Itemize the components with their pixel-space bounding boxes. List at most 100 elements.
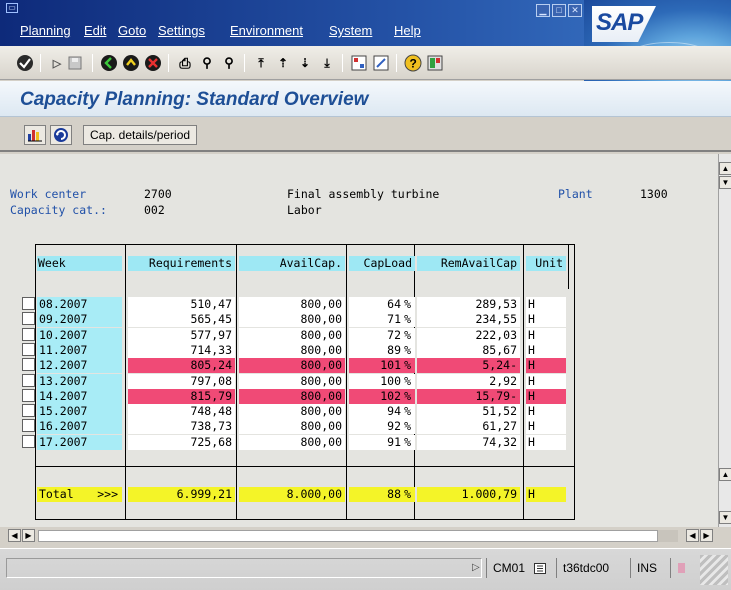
create-shortcut-icon[interactable] bbox=[370, 52, 392, 74]
status-expand-icon[interactable]: ▷ bbox=[466, 558, 486, 578]
capload-cell: 72% bbox=[349, 328, 415, 343]
capload-cell: 71% bbox=[349, 312, 415, 327]
menu-help[interactable]: Help bbox=[394, 23, 421, 39]
row-select-checkbox[interactable] bbox=[22, 343, 35, 356]
cap-details-period-button[interactable]: Cap. details/period bbox=[83, 125, 198, 145]
svg-text:?: ? bbox=[410, 57, 417, 71]
totals-separator bbox=[36, 466, 574, 467]
week-cell: 15.2007 bbox=[37, 404, 122, 419]
scroll-down-icon[interactable]: ▼ bbox=[719, 176, 731, 189]
column-header-unit[interactable]: Unit bbox=[526, 256, 566, 271]
scroll-right-icon[interactable]: ▶ bbox=[22, 529, 35, 542]
capacity-category-description: Labor bbox=[287, 203, 322, 217]
avail-cell: 800,00 bbox=[239, 404, 345, 419]
rem-cell: 289,53 bbox=[417, 297, 520, 312]
minimize-icon[interactable]: ▁ bbox=[536, 4, 550, 17]
row-select-checkbox[interactable] bbox=[22, 374, 35, 387]
find-next-icon[interactable]: ⚲ bbox=[218, 52, 240, 74]
column-header-capload[interactable]: CapLoad bbox=[349, 256, 415, 271]
save-icon[interactable] bbox=[64, 52, 86, 74]
maximize-icon[interactable]: □ bbox=[552, 4, 566, 17]
row-select-checkbox[interactable] bbox=[22, 435, 35, 448]
req-cell: 510,47 bbox=[128, 297, 235, 312]
total-label-cell: Total >>> bbox=[37, 487, 122, 502]
row-select-checkbox[interactable] bbox=[22, 358, 35, 371]
rem-cell: 85,67 bbox=[417, 343, 520, 358]
vertical-scrollbar-bottom[interactable]: ▲ ▼ bbox=[718, 454, 731, 527]
percent-sign: % bbox=[404, 358, 411, 372]
capload-cell: 92% bbox=[349, 419, 415, 434]
row-select-checkbox[interactable] bbox=[22, 312, 35, 325]
first-page-icon[interactable]: ⤒ bbox=[250, 52, 272, 74]
rem-cell: 5,24- bbox=[417, 358, 520, 373]
scroll-thumb[interactable] bbox=[658, 530, 678, 542]
scroll-left-icon[interactable]: ◀ bbox=[686, 529, 699, 542]
unit-cell: H bbox=[526, 404, 566, 419]
rem-cell: 234,55 bbox=[417, 312, 520, 327]
menu-goto[interactable]: Goto bbox=[118, 23, 146, 39]
scroll-up-icon[interactable]: ▲ bbox=[719, 162, 731, 175]
capload-value: 100 bbox=[380, 374, 401, 388]
sap-logo: SAP bbox=[592, 6, 656, 42]
week-cell: 11.2007 bbox=[37, 343, 122, 358]
vertical-scrollbar-top[interactable]: ▲ ▼ bbox=[718, 154, 731, 454]
avail-cell: 800,00 bbox=[239, 328, 345, 343]
system-menu-icon[interactable]: ▭ bbox=[6, 3, 18, 13]
menu-edit[interactable]: Edit bbox=[84, 23, 106, 39]
find-icon[interactable]: ⚲ bbox=[196, 52, 218, 74]
horizontal-scrollbar[interactable]: ◀ ▶ ◀ ▶ bbox=[8, 528, 728, 544]
menu-environment[interactable]: Environment bbox=[230, 23, 303, 39]
grid-column-divider bbox=[568, 245, 569, 289]
enter-check-icon[interactable] bbox=[14, 52, 36, 74]
menu-planning[interactable]: Planning bbox=[20, 23, 71, 39]
previous-page-icon[interactable]: ⇡ bbox=[272, 52, 294, 74]
exit-icon[interactable] bbox=[120, 52, 142, 74]
capload-value: 94 bbox=[387, 404, 401, 418]
capload-value: 91 bbox=[387, 435, 401, 449]
column-header-availcap[interactable]: AvailCap. bbox=[239, 256, 345, 271]
capload-cell: 94% bbox=[349, 404, 415, 419]
column-header-week[interactable]: Week bbox=[37, 256, 122, 271]
unit-cell: H bbox=[526, 435, 566, 450]
row-select-checkbox[interactable] bbox=[22, 328, 35, 341]
create-session-icon[interactable] bbox=[348, 52, 370, 74]
toolbar-separator bbox=[244, 54, 245, 72]
next-page-icon[interactable]: ⇣ bbox=[294, 52, 316, 74]
total-capload-value: 88 bbox=[387, 487, 401, 501]
print-icon[interactable]: ⎙ bbox=[174, 52, 196, 74]
row-select-checkbox[interactable] bbox=[22, 419, 35, 432]
back-icon[interactable] bbox=[98, 52, 120, 74]
avail-cell: 800,00 bbox=[239, 297, 345, 312]
resize-grip-icon[interactable] bbox=[700, 555, 728, 585]
req-cell: 748,48 bbox=[128, 404, 235, 419]
customize-layout-icon[interactable] bbox=[424, 52, 446, 74]
row-select-checkbox[interactable] bbox=[22, 297, 35, 310]
last-page-icon[interactable]: ⤓ bbox=[316, 52, 338, 74]
scroll-left-icon[interactable]: ◀ bbox=[8, 529, 21, 542]
toolbar-separator bbox=[40, 54, 41, 72]
column-header-remavailcap[interactable]: RemAvailCap bbox=[417, 256, 520, 271]
scroll-down-icon[interactable]: ▼ bbox=[719, 511, 731, 524]
menu-system[interactable]: System bbox=[329, 23, 372, 39]
req-cell: 805,24 bbox=[128, 358, 235, 373]
column-header-requirements[interactable]: Requirements bbox=[128, 256, 235, 271]
help-icon[interactable]: ? bbox=[402, 52, 424, 74]
grid-column-divider bbox=[236, 245, 237, 519]
scroll-right-icon[interactable]: ▶ bbox=[700, 529, 713, 542]
toolbar-separator bbox=[168, 54, 169, 72]
refresh-icon[interactable] bbox=[50, 125, 72, 145]
row-select-checkbox[interactable] bbox=[22, 404, 35, 417]
row-select-checkbox[interactable] bbox=[22, 389, 35, 402]
rem-cell: 51,52 bbox=[417, 404, 520, 419]
cancel-icon[interactable] bbox=[142, 52, 164, 74]
rem-cell: 74,32 bbox=[417, 435, 520, 450]
menu-settings[interactable]: Settings bbox=[158, 23, 205, 39]
capacity-chart-icon[interactable] bbox=[24, 125, 46, 145]
rem-cell: 15,79- bbox=[417, 389, 520, 404]
scroll-track[interactable] bbox=[38, 530, 658, 542]
req-cell: 797,08 bbox=[128, 374, 235, 389]
capload-value: 64 bbox=[387, 297, 401, 311]
close-icon[interactable]: ✕ bbox=[568, 4, 582, 17]
system-info-icon[interactable] bbox=[528, 558, 552, 578]
scroll-up-icon[interactable]: ▲ bbox=[719, 468, 731, 481]
